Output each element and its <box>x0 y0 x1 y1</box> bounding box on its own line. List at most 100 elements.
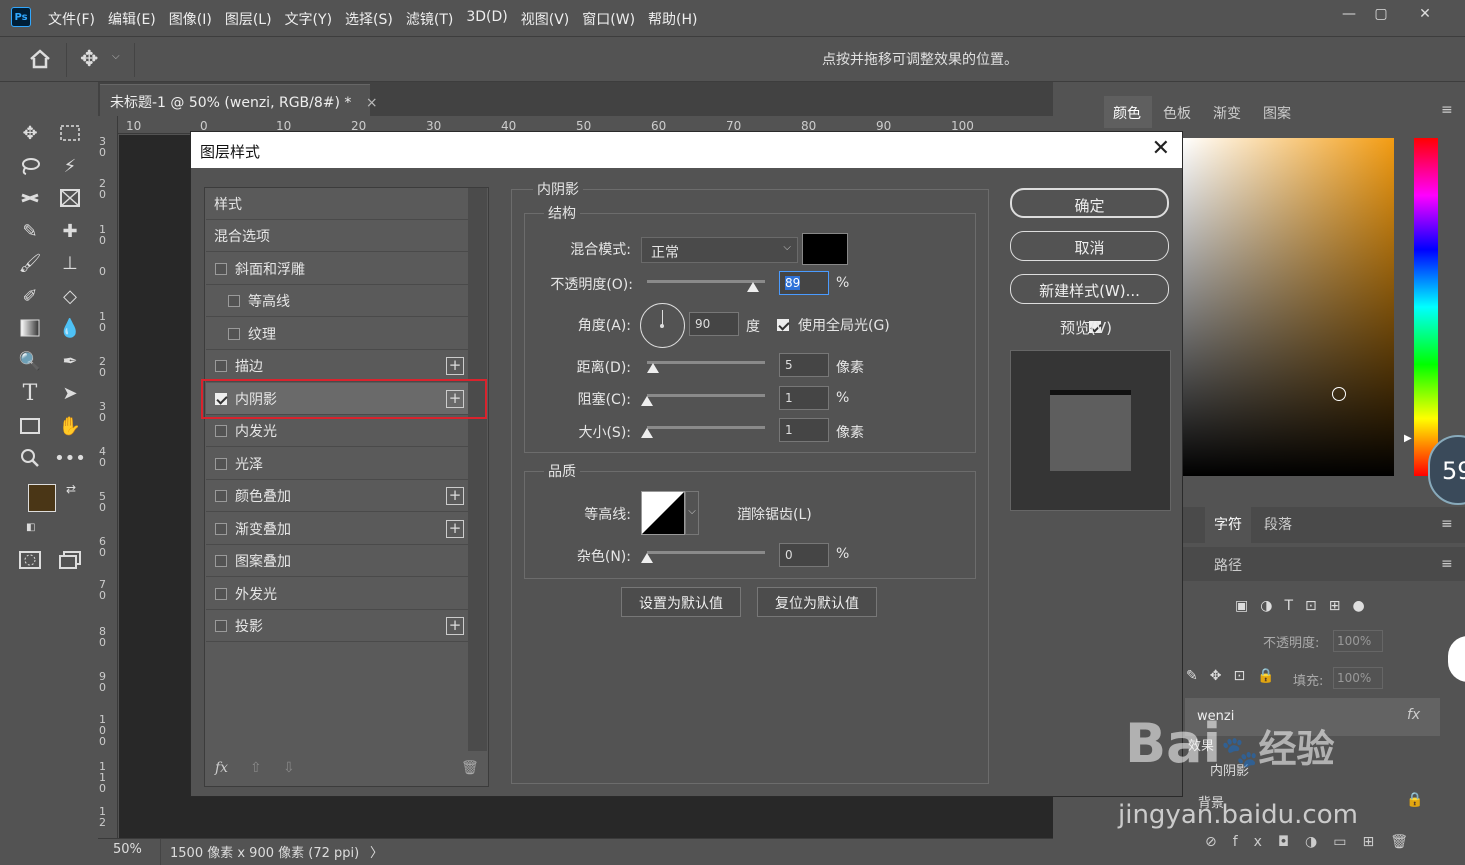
style-list-scrollbar[interactable] <box>468 188 487 751</box>
default-colors-icon[interactable]: ◧ <box>26 522 35 533</box>
close-window-button[interactable]: ✕ <box>1403 0 1447 28</box>
choke-input[interactable]: 1 <box>779 386 829 410</box>
size-input[interactable]: 1 <box>779 418 829 442</box>
zoom-level[interactable]: 50% <box>113 842 142 857</box>
stamp-icon[interactable]: ⊥ <box>54 247 86 279</box>
style-item-color-overlay[interactable]: 颜色叠加 + <box>206 480 468 512</box>
eraser-icon[interactable]: ◇ <box>54 280 86 312</box>
magic-wand-icon[interactable]: ⚡ <box>54 150 86 182</box>
healing-icon[interactable]: ✚ <box>54 215 86 247</box>
choke-slider-thumb[interactable] <box>641 396 653 406</box>
distance-input[interactable]: 5 <box>779 353 829 377</box>
blur-icon[interactable]: 💧 <box>54 312 86 344</box>
antialias-label[interactable]: 消除锯齿(L) <box>737 504 812 524</box>
more-tools-icon[interactable]: ••• <box>54 442 86 474</box>
trash-icon[interactable]: 🗑 <box>461 760 479 776</box>
frame-icon[interactable] <box>54 182 86 214</box>
menu-type[interactable]: 文字(Y) <box>285 9 332 29</box>
move-up-icon[interactable]: ⇧ <box>250 760 262 776</box>
shadow-color-swatch[interactable] <box>802 233 848 265</box>
checkbox[interactable] <box>215 489 227 502</box>
hue-slider[interactable] <box>1414 138 1438 476</box>
screen-mode-icon[interactable] <box>54 544 86 576</box>
style-item-drop-shadow[interactable]: 投影 + <box>206 610 468 642</box>
quick-mask-icon[interactable] <box>14 544 46 576</box>
fx-icon[interactable]: fx <box>1407 707 1420 723</box>
menu-help[interactable]: 帮助(H) <box>648 9 697 29</box>
layer-fill-input[interactable]: 100% <box>1333 667 1383 689</box>
noise-slider[interactable] <box>647 551 765 554</box>
opacity-input[interactable]: 89 <box>779 271 829 295</box>
move-down-icon[interactable]: ⇩ <box>283 760 295 776</box>
swap-colors-icon[interactable]: ⇄ <box>66 482 76 496</box>
checkbox[interactable] <box>215 587 227 600</box>
add-stroke-icon[interactable]: + <box>446 356 464 375</box>
hue-pointer-icon[interactable]: ▶ <box>1404 433 1412 444</box>
style-item-stroke[interactable]: 描边 + <box>206 350 468 382</box>
noise-input[interactable]: 0 <box>779 543 829 567</box>
checkbox[interactable] <box>215 424 227 437</box>
checkbox[interactable] <box>228 327 240 340</box>
lock-icons[interactable]: ✎✥⊡🔒 <box>1186 668 1287 684</box>
style-item-blending-options[interactable]: 混合选项 <box>206 220 468 252</box>
path-select-icon[interactable]: ➤ <box>54 377 86 409</box>
global-light-label[interactable]: 使用全局光(G) <box>798 315 890 335</box>
style-item-outer-glow[interactable]: 外发光 <box>206 578 468 610</box>
distance-slider-thumb[interactable] <box>647 363 659 373</box>
layers-panel-menu-icon[interactable]: ≡ <box>1441 556 1453 572</box>
menu-layer[interactable]: 图层(L) <box>225 9 272 29</box>
layer-filter-icons[interactable]: ▣◑T⊡⊞● <box>1235 598 1377 614</box>
char-panel-menu-icon[interactable]: ≡ <box>1441 516 1453 532</box>
pen-icon[interactable]: ✒ <box>54 345 86 377</box>
opacity-slider-thumb[interactable] <box>747 282 759 292</box>
distance-slider[interactable] <box>647 361 765 364</box>
status-menu-arrow[interactable]: 〉 <box>370 842 383 861</box>
move-tool-icon[interactable]: ✥ <box>80 47 106 73</box>
style-item-styles[interactable]: 样式 <box>206 188 468 220</box>
size-slider[interactable] <box>647 426 765 429</box>
angle-input[interactable]: 90 <box>689 312 739 336</box>
size-slider-thumb[interactable] <box>641 428 653 438</box>
style-item-inner-glow[interactable]: 内发光 <box>206 415 468 447</box>
fx-menu-icon[interactable]: fx <box>215 760 228 776</box>
add-drop-shadow-icon[interactable]: + <box>446 616 464 635</box>
panel-menu-icon[interactable]: ≡ <box>1441 102 1453 118</box>
document-tab[interactable]: 未标题-1 @ 50% (wenzi, RGB/8#) * × <box>100 84 378 116</box>
contour-dropdown-icon[interactable]: ⌵ <box>685 491 699 535</box>
style-item-texture[interactable]: 纹理 <box>206 318 468 350</box>
tab-character[interactable]: 字符 <box>1205 507 1251 543</box>
color-picker-cursor[interactable] <box>1332 387 1346 401</box>
tab-patterns[interactable]: 图案 <box>1254 96 1300 128</box>
menu-filter[interactable]: 滤镜(T) <box>406 9 453 29</box>
checkbox[interactable] <box>215 457 227 470</box>
hand-icon[interactable]: ✋ <box>54 410 86 442</box>
lasso-icon[interactable] <box>14 150 46 182</box>
home-icon[interactable] <box>28 49 52 69</box>
dodge-icon[interactable]: 🔍 <box>14 345 46 377</box>
style-item-contour[interactable]: 等高线 <box>206 285 468 317</box>
choke-slider[interactable] <box>647 394 765 397</box>
color-field[interactable] <box>1183 138 1394 476</box>
add-gradient-overlay-icon[interactable]: + <box>446 519 464 538</box>
menu-window[interactable]: 窗口(W) <box>582 9 635 29</box>
rectangle-icon[interactable] <box>14 410 46 442</box>
set-default-button[interactable]: 设置为默认值 <box>621 587 741 617</box>
style-item-satin[interactable]: 光泽 <box>206 448 468 480</box>
angle-dial[interactable] <box>640 303 685 348</box>
style-item-bevel-emboss[interactable]: 斜面和浮雕 <box>206 253 468 285</box>
tab-paragraph[interactable]: 段落 <box>1255 507 1301 543</box>
contour-picker[interactable] <box>641 491 685 535</box>
tab-paths[interactable]: 路径 <box>1205 548 1251 580</box>
restore-button[interactable]: ▢ <box>1359 0 1403 28</box>
style-item-pattern-overlay[interactable]: 图案叠加 <box>206 545 468 577</box>
tab-color[interactable]: 颜色 <box>1104 96 1150 128</box>
reset-default-button[interactable]: 复位为默认值 <box>757 587 877 617</box>
menu-file[interactable]: 文件(F) <box>48 9 95 29</box>
preview-label[interactable]: 预览(V) <box>1060 317 1112 338</box>
zoom-icon[interactable] <box>14 442 46 474</box>
eyedropper-icon[interactable]: ✎ <box>14 215 46 247</box>
chevron-down-icon[interactable]: ⌵ <box>112 51 120 62</box>
close-icon[interactable]: × <box>366 95 378 111</box>
tab-gradients[interactable]: 渐变 <box>1204 96 1250 128</box>
menu-edit[interactable]: 编辑(E) <box>108 9 156 29</box>
